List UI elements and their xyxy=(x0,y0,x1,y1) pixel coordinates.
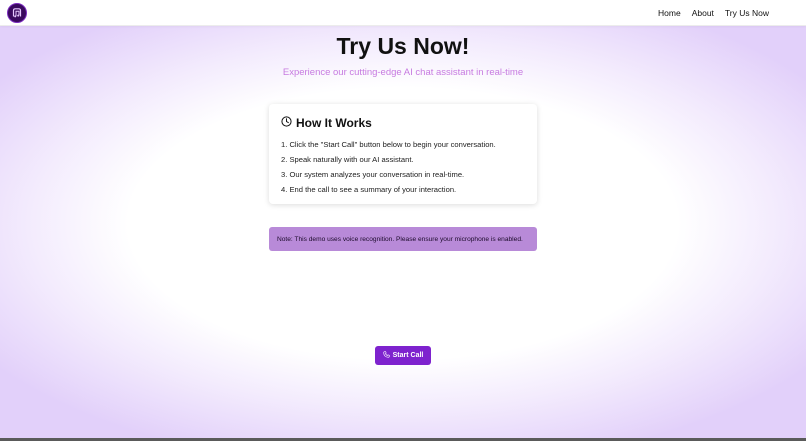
nav-link-about[interactable]: About xyxy=(692,8,714,18)
how-it-works-title: How It Works xyxy=(296,116,372,130)
how-it-works-header: How It Works xyxy=(281,114,372,132)
logo-music-icon[interactable] xyxy=(7,3,27,23)
microphone-note: Note: This demo uses voice recognition. … xyxy=(269,227,537,251)
microphone-note-text: Note: This demo uses voice recognition. … xyxy=(277,235,523,243)
step-item: 2. Speak naturally with our AI assistant… xyxy=(281,155,414,164)
navbar: Home About Try Us Now xyxy=(0,0,806,26)
nav-link-try-us-now[interactable]: Try Us Now xyxy=(725,8,769,18)
nav-links: Home About Try Us Now xyxy=(658,0,769,26)
steps-list: 1. Click the "Start Call" button below t… xyxy=(281,137,496,197)
step-item: 3. Our system analyzes your conversation… xyxy=(281,170,465,179)
page-title: Try Us Now! xyxy=(336,33,470,59)
clock-icon xyxy=(281,114,292,132)
nav-link-home[interactable]: Home xyxy=(658,8,681,18)
start-call-label: Start Call xyxy=(392,352,424,359)
start-call-button[interactable]: Start Call xyxy=(375,346,431,365)
phone-icon xyxy=(383,351,390,360)
page-subtitle: Experience our cutting-edge AI chat assi… xyxy=(282,67,524,78)
step-item: 1. Click the "Start Call" button below t… xyxy=(281,140,496,149)
step-item: 4. End the call to see a summary of your… xyxy=(281,185,457,194)
how-it-works-card: How It Works 1. Click the "Start Call" b… xyxy=(269,104,537,204)
